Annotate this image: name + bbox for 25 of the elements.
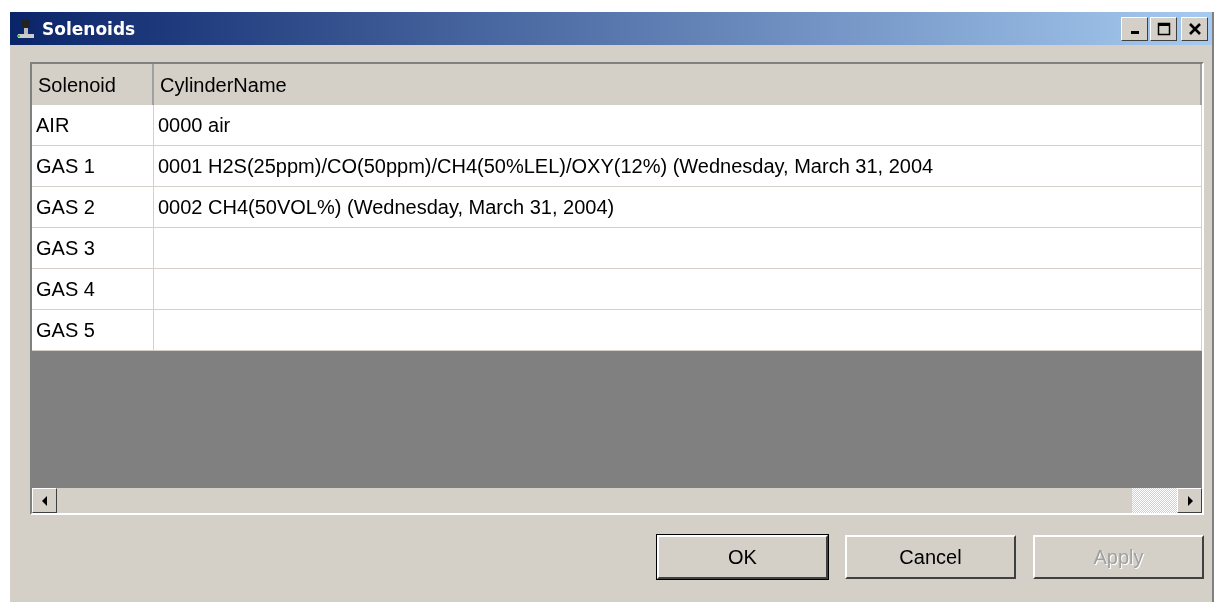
window-title: Solenoids	[42, 18, 137, 39]
table-cell: AIR	[32, 105, 154, 146]
solenoid-icon	[16, 18, 36, 39]
table-cell: GAS 4	[32, 269, 154, 310]
table-cell: GAS 2	[32, 187, 154, 228]
minimize-icon	[1130, 31, 1139, 34]
scroll-right-icon[interactable]	[1177, 488, 1202, 513]
maximize-icon	[1156, 21, 1171, 36]
table-cell: GAS 1	[32, 146, 154, 187]
dialog-button[interactable]: OK	[657, 535, 828, 579]
table-cell: GAS 5	[32, 310, 154, 351]
minimize-button[interactable]	[1121, 16, 1148, 41]
scroll-thumb[interactable]	[1132, 488, 1177, 513]
dialog-button[interactable]: Cancel	[845, 535, 1016, 579]
table-cell: 0002 CH4(50VOL%) (Wednesday, March 31, 2004)	[154, 187, 1202, 228]
horizontal-scrollbar[interactable]	[32, 488, 1202, 513]
close-button[interactable]	[1181, 16, 1208, 41]
column-header[interactable]: Solenoid	[32, 64, 154, 108]
table-cell: 0001 H2S(25ppm)/CO(50ppm)/CH4(50%LEL)/OXY(12%) (Wednesday, March 31, 2004	[154, 146, 1202, 187]
maximize-button[interactable]	[1150, 16, 1177, 41]
scroll-left-icon[interactable]	[32, 488, 57, 513]
column-header[interactable]: CylinderName	[154, 64, 1202, 108]
table-cell: 0000 air	[154, 105, 1202, 146]
close-icon	[1187, 22, 1202, 35]
table-cell: GAS 3	[32, 228, 154, 269]
